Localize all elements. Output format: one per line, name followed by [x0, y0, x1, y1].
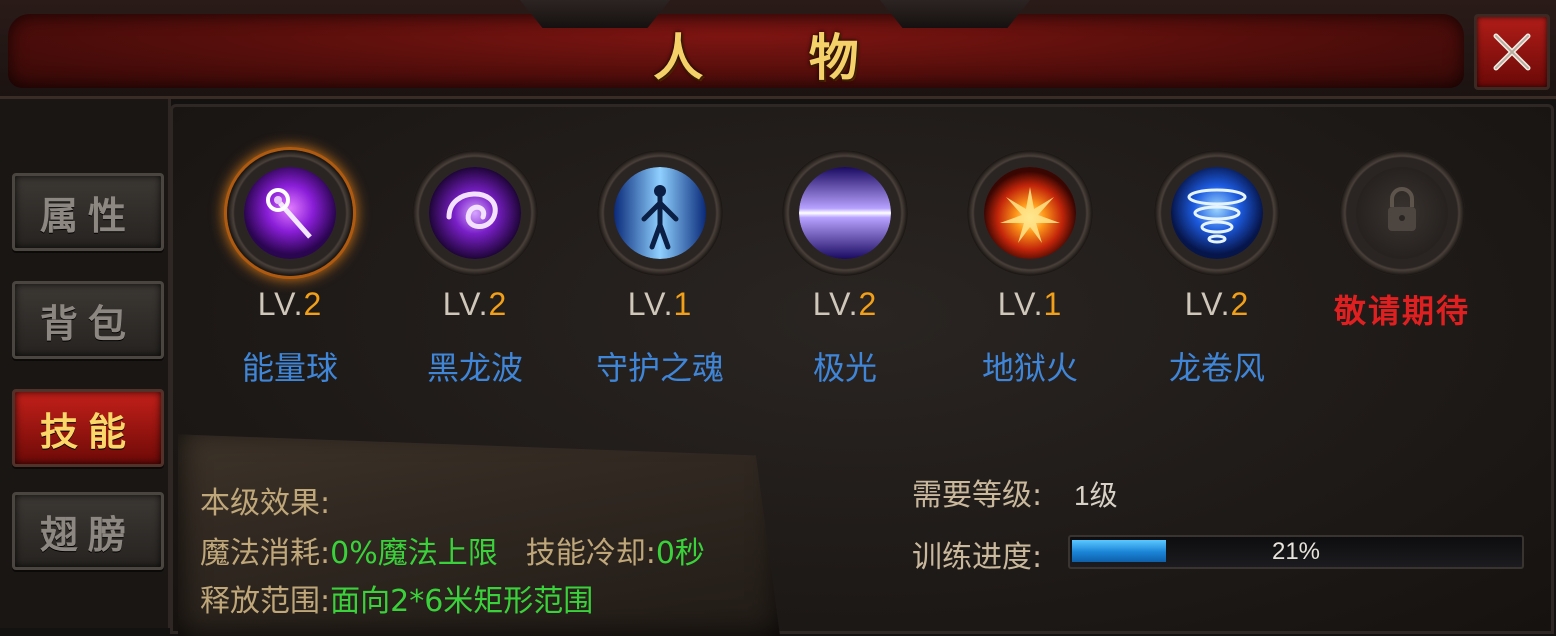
mana-cost-line: 魔法消耗:0%魔法上限 技能冷却:0秒 [200, 536, 705, 571]
tab-label: 背包 [39, 300, 136, 346]
skill-frame [1339, 150, 1465, 276]
required-level-label: 需要等级: [912, 478, 1043, 513]
guardian-soul-icon [614, 167, 706, 259]
training-progress-label: 训练进度: [912, 540, 1043, 575]
window-title: 人 物 [653, 28, 903, 87]
skill-level: LV.2 [812, 286, 878, 322]
energy-orb-icon [244, 167, 336, 259]
tab-skills[interactable]: 技能 [12, 389, 164, 467]
skill-slot-hellfire[interactable]: LV.1 地狱火 [950, 150, 1110, 389]
skill-slot-tornado[interactable]: LV.2 龙卷风 [1137, 150, 1297, 389]
effect-header: 本级效果: [200, 486, 331, 521]
title-bar: 人 物 [0, 0, 1556, 99]
tab-backpack[interactable]: 背包 [12, 281, 164, 359]
skill-name: 黑龙波 [426, 349, 523, 387]
tab-wings[interactable]: 翅膀 [12, 492, 164, 570]
coming-soon-label: 敬请期待 [1333, 292, 1470, 330]
lock-icon [1356, 167, 1448, 259]
skill-level: LV.2 [1184, 286, 1250, 322]
tab-label: 翅膀 [39, 511, 136, 557]
skill-frame [227, 150, 353, 276]
skill-frame [1154, 150, 1280, 276]
tab-attributes[interactable]: 属性 [12, 173, 164, 251]
close-icon [1493, 33, 1531, 71]
progress-percent: 21% [1271, 538, 1321, 565]
skill-frame [597, 150, 723, 276]
close-button[interactable] [1474, 14, 1550, 90]
skill-slot-locked: 敬请期待 [1322, 150, 1482, 332]
hellfire-icon [984, 167, 1076, 259]
skill-name: 地狱火 [981, 349, 1078, 387]
skill-name: 守护之魂 [595, 349, 724, 387]
skill-name: 极光 [812, 349, 877, 387]
skill-slot-dark-dragon-wave[interactable]: LV.2 黑龙波 [395, 150, 555, 389]
skill-name: 龙卷风 [1168, 349, 1265, 387]
skill-frame [967, 150, 1093, 276]
skill-frame [412, 150, 538, 276]
tab-label: 属性 [39, 192, 136, 238]
tab-sidebar: 属性 背包 技能 翅膀 [0, 99, 171, 628]
skill-slot-guardian-soul[interactable]: LV.1 守护之魂 [580, 150, 740, 389]
dark-dragon-wave-icon [429, 167, 521, 259]
skill-slot-aurora[interactable]: LV.2 极光 [765, 150, 925, 389]
cast-range-line: 释放范围:面向2*6米矩形范围 [200, 584, 594, 619]
training-progress-bar: 21% [1068, 535, 1524, 569]
tornado-icon [1171, 167, 1263, 259]
skill-level: LV.2 [257, 286, 323, 322]
skill-name: 能量球 [241, 349, 338, 387]
skill-frame [782, 150, 908, 276]
skill-level: LV.2 [442, 286, 508, 322]
skill-level: LV.1 [627, 286, 693, 322]
tab-label: 技能 [39, 408, 136, 454]
skill-level: LV.1 [997, 286, 1063, 322]
aurora-icon [799, 167, 891, 259]
skill-slot-energy-orb[interactable]: LV.2 能量球 [210, 150, 370, 389]
required-level-value: 1级 [1074, 480, 1118, 511]
